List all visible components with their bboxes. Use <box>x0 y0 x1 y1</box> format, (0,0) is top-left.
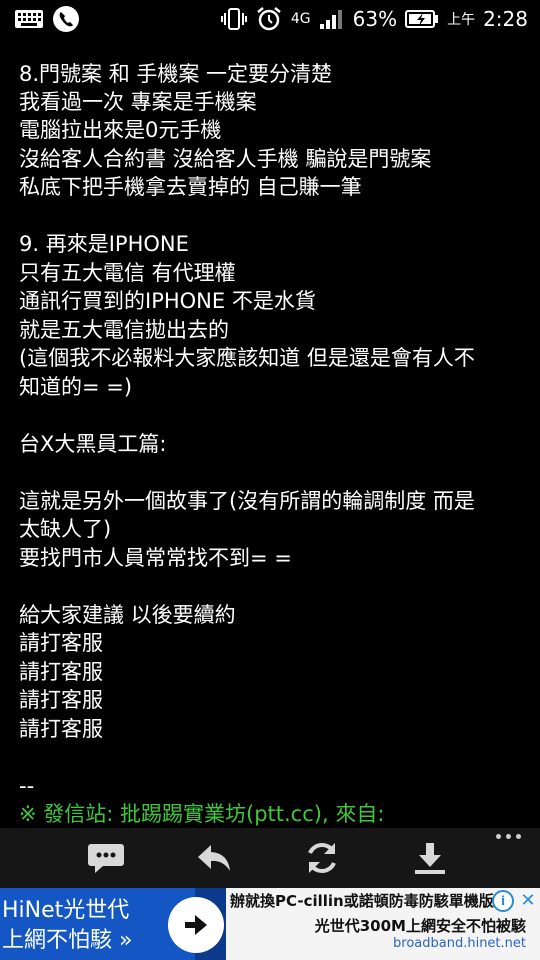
phone-call-icon <box>53 6 79 32</box>
article-line: -- <box>19 774 35 798</box>
article-line: 請打客服 <box>19 660 103 684</box>
article-line: 電腦拉出來是0元手機 <box>19 118 222 142</box>
battery-percent: 63% <box>352 7 398 31</box>
ad-left-panel[interactable]: HiNet光世代 上網不怕駭 » <box>0 888 195 960</box>
ad-subheadline: 上網不怕駭 » <box>2 928 133 953</box>
clock-time: 2:28 <box>483 7 528 31</box>
reply-icon <box>198 845 230 871</box>
article-line: 給大家建議 以後要續約 <box>19 603 236 627</box>
ad-go-button[interactable] <box>168 897 224 953</box>
article-signature: ※ 發信站: 批踢踢實業坊(ptt.cc), 來自: <box>19 802 385 826</box>
ad-banner[interactable]: HiNet光世代 上網不怕駭 » 辦就換PC-cillin或諾頓防毒防駭單機版 … <box>0 888 540 960</box>
bottom-toolbar <box>0 828 540 888</box>
comment-icon <box>88 844 124 873</box>
arrow-right-icon <box>185 915 207 935</box>
refresh-icon <box>308 843 336 873</box>
alarm-icon <box>257 7 281 31</box>
ad-close-icon[interactable]: ✕ <box>518 890 538 911</box>
article-line: 要找門市人員常常找不到= = <box>19 546 292 570</box>
article-line: 9. 再來是IPHONE <box>19 232 189 256</box>
comment-button[interactable] <box>52 828 160 888</box>
reply-button[interactable] <box>160 828 268 888</box>
article-line: 我看過一次 專案是手機案 <box>19 90 257 114</box>
article-line: 私底下把手機拿去賣掉的 自己賺一筆 <box>19 175 362 199</box>
time-prefix: 上午 <box>447 12 476 28</box>
article-line: 就是五大電信拋出去的 <box>19 318 229 342</box>
article-line: 太缺人了) <box>19 517 112 541</box>
article-line: (這個我不必報料大家應該知道 但是還是會有人不 <box>19 346 475 370</box>
status-bar: 4G 63% 上午 2:28 <box>0 0 540 38</box>
vibrate-icon <box>220 8 247 30</box>
article-line: 請打客服 <box>19 631 103 655</box>
battery-charging-icon <box>405 10 439 28</box>
download-icon <box>415 843 445 874</box>
article-line: 這就是另外一個故事了(沒有所謂的輪調制度 而是 <box>19 489 475 513</box>
more-options-icon[interactable] <box>496 834 530 848</box>
article-line: 只有五大電信 有代理權 <box>19 261 236 285</box>
ad-description-line1: 辦就換PC-cillin或諾頓防毒防駭單機版 <box>230 892 494 910</box>
article-line: 通訊行買到的IPHONE 不是水貨 <box>19 289 316 313</box>
article-line: 知道的= =) <box>19 375 133 399</box>
article-line: 請打客服 <box>19 717 103 741</box>
ad-info-icon[interactable]: i <box>492 890 514 912</box>
status-bar-right: 4G 63% 上午 2:28 <box>220 5 540 33</box>
article-line: 請打客服 <box>19 688 103 712</box>
ad-description-line2: 光世代300M上網安全不怕被駭 <box>314 917 526 935</box>
ad-url[interactable]: broadband.hinet.net <box>393 936 526 951</box>
download-button[interactable] <box>376 828 484 888</box>
article-line: 8.門號案 和 手機案 一定要分清楚 <box>19 62 333 86</box>
network-type-label: 4G <box>290 11 311 27</box>
article-body: 8.門號案 和 手機案 一定要分清楚 我看過一次 專案是手機案 電腦拉出來是0元… <box>0 38 540 828</box>
status-bar-left <box>0 5 80 33</box>
refresh-button[interactable] <box>268 828 376 888</box>
signal-icon <box>319 10 342 29</box>
article-line: 沒給客人合約書 沒給客人手機 騙說是門號案 <box>19 147 432 171</box>
article-line: 台X大黑員工篇: <box>19 432 167 456</box>
keyboard-icon <box>15 10 43 28</box>
ad-headline: HiNet光世代 <box>2 898 130 923</box>
